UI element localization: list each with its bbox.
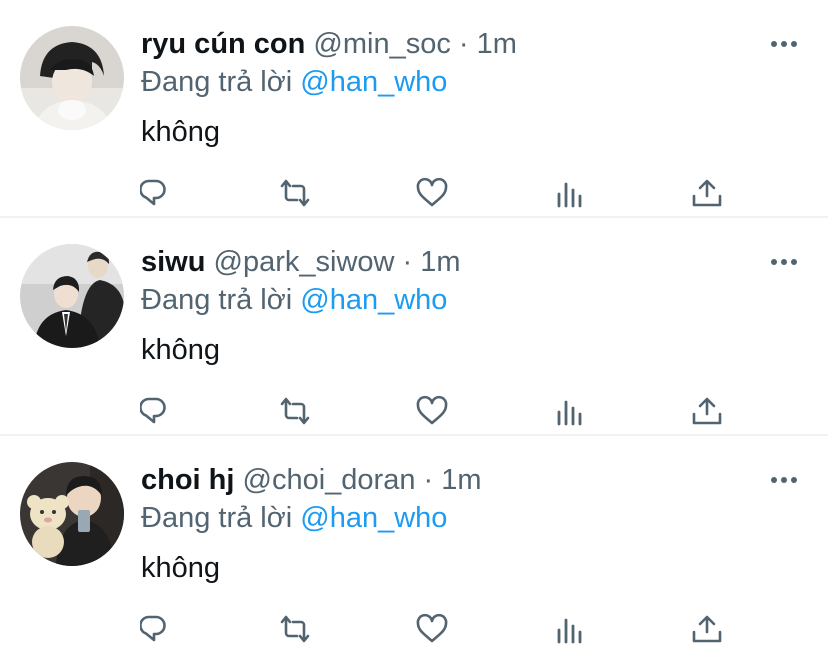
- mention-link[interactable]: @han_who: [300, 502, 447, 534]
- tweet-text: không: [141, 552, 221, 584]
- avatar[interactable]: [20, 462, 124, 566]
- replying-to: Đang trả lời @han_who: [141, 282, 447, 318]
- share-icon[interactable]: [689, 176, 725, 210]
- tweet-header: siwu @park_siwow · 1m: [141, 244, 461, 280]
- display-name[interactable]: ryu cún con: [141, 28, 305, 60]
- more-options-icon[interactable]: [770, 470, 798, 490]
- tweet-text: không: [141, 116, 221, 148]
- display-name[interactable]: siwu: [141, 246, 205, 278]
- tweet-header: choi hj @choi_doran · 1m: [141, 462, 482, 498]
- username[interactable]: @min_soc: [313, 28, 450, 60]
- like-icon[interactable]: [414, 612, 450, 646]
- views-icon[interactable]: [552, 176, 588, 210]
- mention-link[interactable]: @han_who: [300, 284, 447, 316]
- retweet-icon[interactable]: [277, 394, 313, 428]
- tweet-header: ryu cún con @min_soc · 1m: [141, 26, 517, 62]
- tweet-text: không: [141, 334, 221, 366]
- share-icon[interactable]: [689, 394, 725, 428]
- reply-icon[interactable]: [140, 394, 176, 428]
- retweet-icon[interactable]: [277, 176, 313, 210]
- replying-to: Đang trả lời @han_who: [141, 500, 447, 536]
- tweet-card[interactable]: ryu cún con @min_soc · 1m Đang trả lời @…: [0, 0, 828, 218]
- separator-dot: ·: [458, 28, 469, 60]
- mention-link[interactable]: @han_who: [300, 66, 447, 98]
- replying-to: Đang trả lời @han_who: [141, 64, 447, 100]
- views-icon[interactable]: [552, 612, 588, 646]
- more-options-icon[interactable]: [770, 252, 798, 272]
- retweet-icon[interactable]: [277, 612, 313, 646]
- avatar[interactable]: [20, 244, 124, 348]
- reply-icon[interactable]: [140, 612, 176, 646]
- username[interactable]: @choi_doran: [243, 464, 416, 496]
- replying-to-label: Đang trả lời: [141, 502, 293, 534]
- tweet-card[interactable]: siwu @park_siwow · 1m Đang trả lời @han_…: [0, 218, 828, 436]
- separator-dot: ·: [402, 246, 413, 278]
- display-name[interactable]: choi hj: [141, 464, 234, 496]
- reply-icon[interactable]: [140, 176, 176, 210]
- replying-to-label: Đang trả lời: [141, 66, 293, 98]
- share-icon[interactable]: [689, 612, 725, 646]
- username[interactable]: @park_siwow: [214, 246, 395, 278]
- like-icon[interactable]: [414, 394, 450, 428]
- replying-to-label: Đang trả lời: [141, 284, 293, 316]
- avatar[interactable]: [20, 26, 124, 130]
- tweet-card[interactable]: choi hj @choi_doran · 1m Đang trả lời @h…: [0, 436, 828, 654]
- timestamp[interactable]: 1m: [477, 28, 517, 60]
- views-icon[interactable]: [552, 394, 588, 428]
- like-icon[interactable]: [414, 176, 450, 210]
- timestamp[interactable]: 1m: [441, 464, 481, 496]
- timestamp[interactable]: 1m: [420, 246, 460, 278]
- more-options-icon[interactable]: [770, 34, 798, 54]
- separator-dot: ·: [423, 464, 434, 496]
